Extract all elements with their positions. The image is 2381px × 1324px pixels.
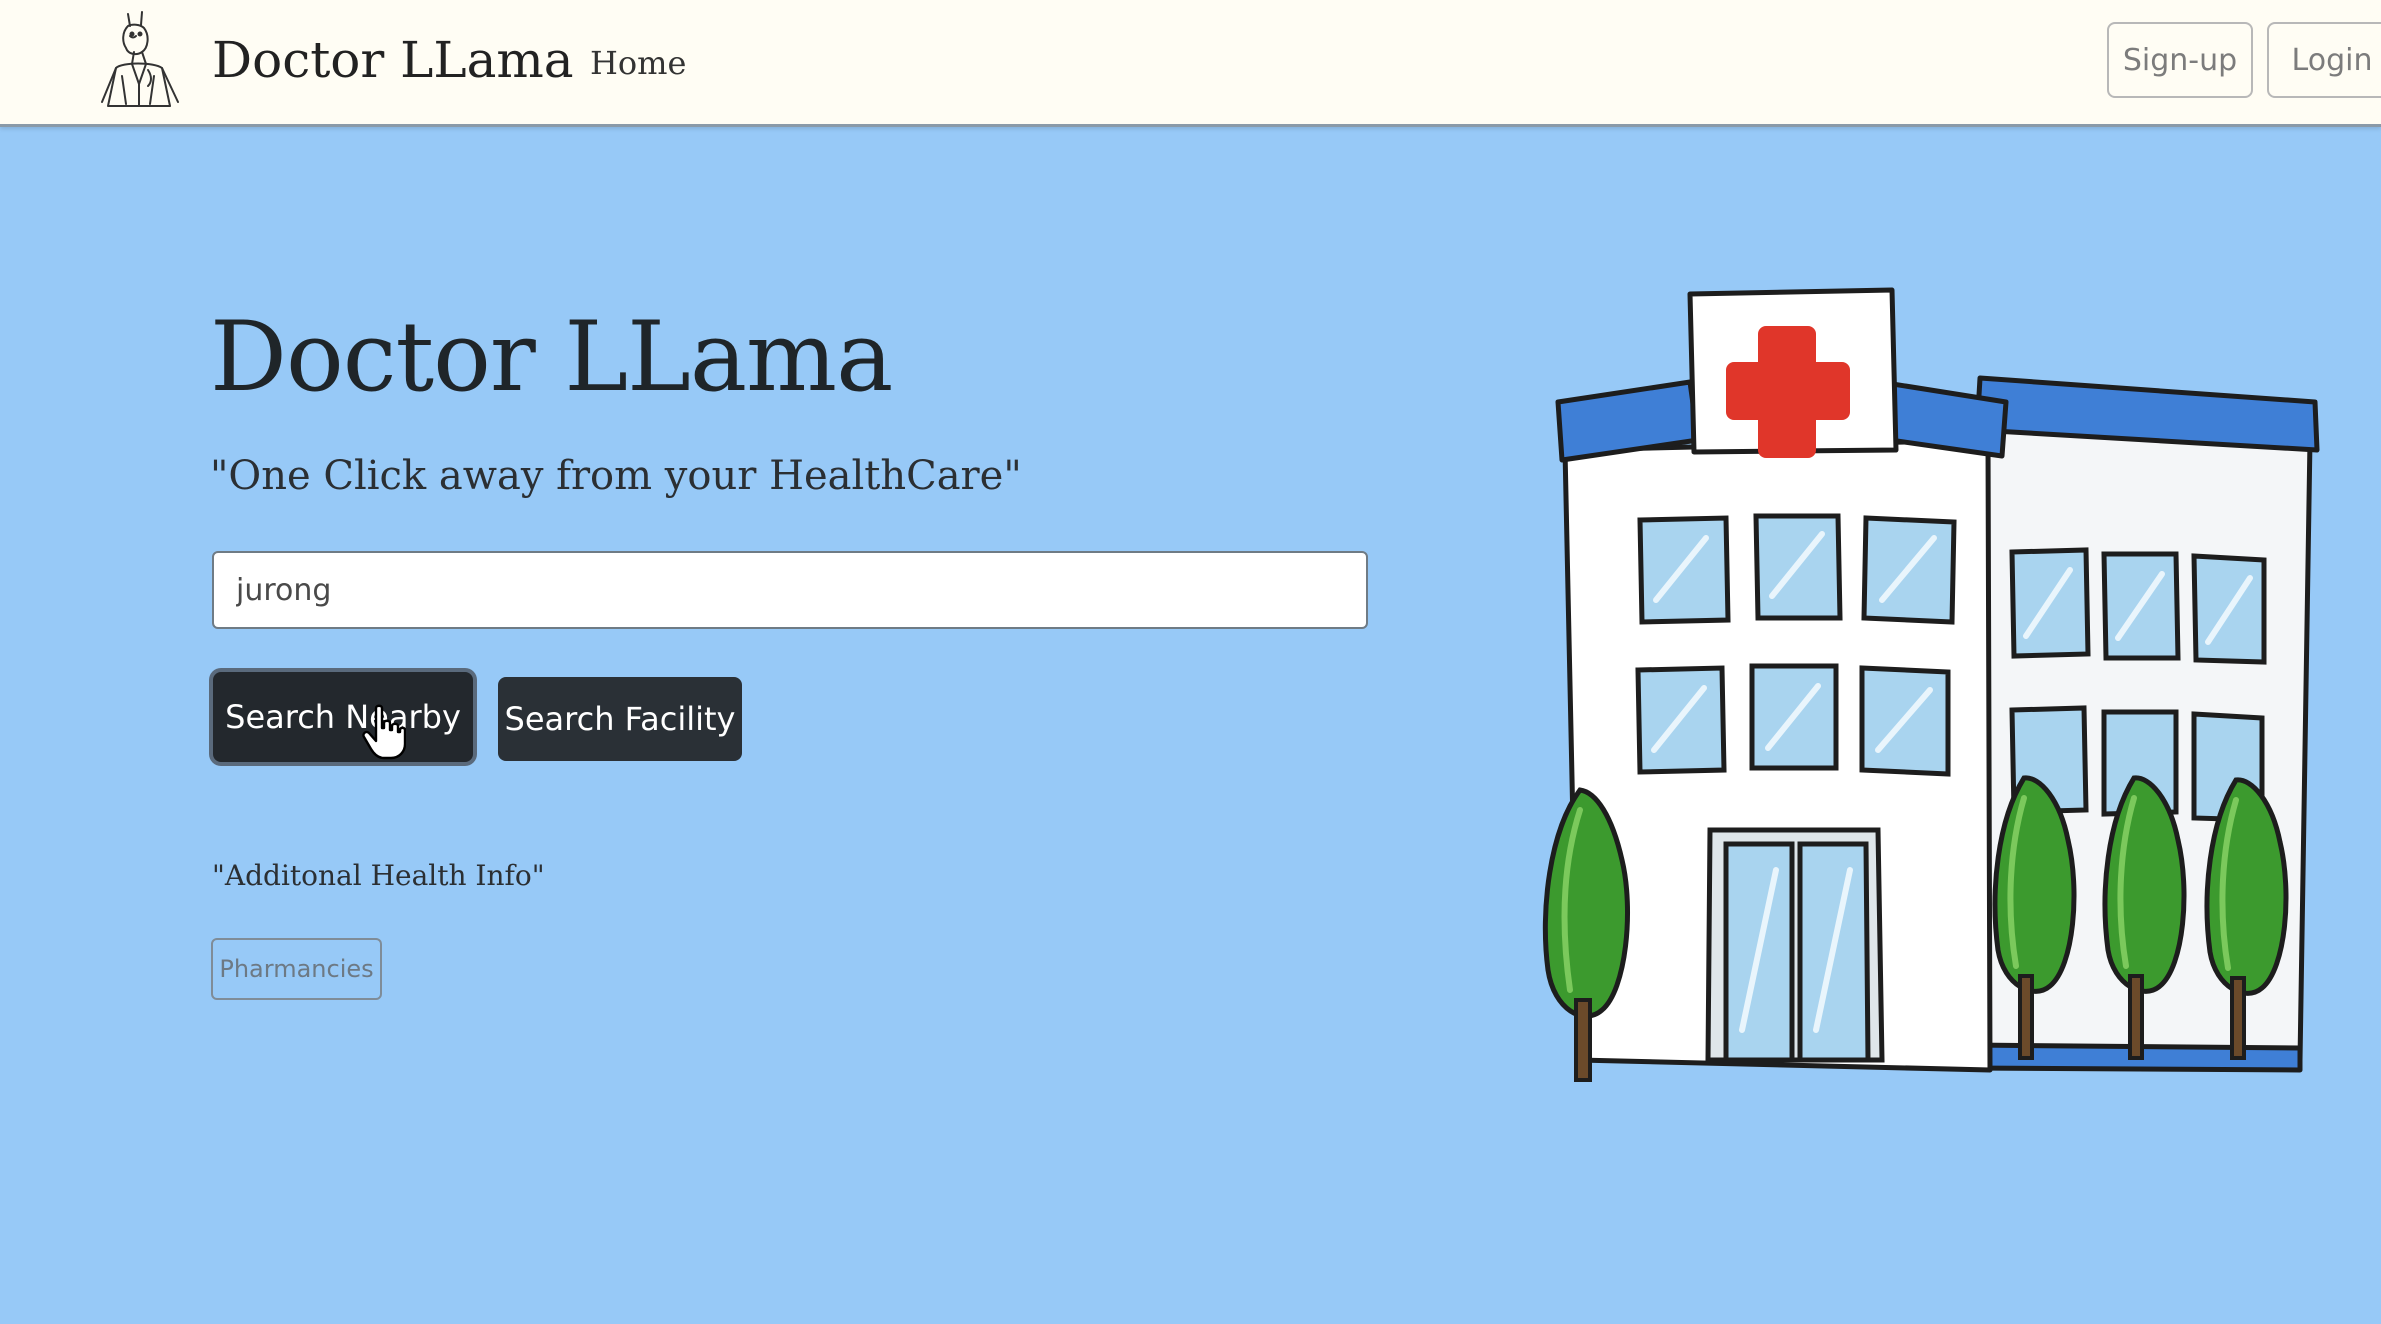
brand-name[interactable]: Doctor LLama — [212, 28, 574, 92]
search-facility-button[interactable]: Search Facility — [498, 677, 742, 761]
search-nearby-button[interactable]: Search Nearby — [213, 672, 473, 762]
tagline: "One Click away from your HealthCare" — [210, 453, 1022, 499]
top-navbar: Doctor LLama Home Sign-up Login — [0, 0, 2381, 127]
pharmacies-button[interactable]: Pharmancies — [211, 938, 382, 1000]
search-input[interactable] — [212, 551, 1368, 629]
additional-health-info-label: "Additonal Health Info" — [212, 859, 545, 892]
llama-doctor-logo-icon[interactable] — [92, 6, 188, 112]
hospital-building-illustration-icon — [1542, 287, 2320, 1082]
nav-link-home[interactable]: Home — [590, 42, 686, 84]
login-button[interactable]: Login — [2267, 22, 2381, 98]
page-title: Doctor LLama — [210, 301, 893, 413]
signup-button[interactable]: Sign-up — [2107, 22, 2253, 98]
